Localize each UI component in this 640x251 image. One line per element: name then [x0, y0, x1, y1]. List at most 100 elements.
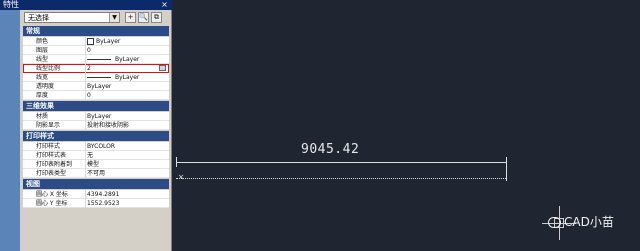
linetype-preview-icon [87, 77, 111, 78]
property-row[interactable]: 颜色 ByLayer [23, 37, 169, 46]
property-value[interactable]: ByLayer [87, 112, 167, 120]
property-value-text: ByLayer [96, 38, 121, 45]
ucs-x-mark: × [178, 172, 185, 183]
section-header[interactable]: 打印样式 [23, 131, 169, 141]
section-header[interactable]: 常规 [23, 26, 169, 36]
property-value-text: ByLayer [115, 56, 140, 63]
column-divider [85, 112, 86, 121]
column-divider [85, 46, 86, 55]
property-name: 厚度 [36, 92, 49, 99]
palette-body: 无选择 ▼ + 🔍 ⧉ 常规颜色 ByLayer 图层 0 线型 ByLayer 线型比例 2… [21, 10, 171, 251]
property-value-text: 投射和接收阴影 [87, 122, 130, 129]
linetype-preview-icon [87, 59, 111, 60]
property-row[interactable]: 打印样式 BYCOLOR [23, 142, 169, 151]
palette-side-strip[interactable] [0, 10, 20, 251]
property-row[interactable]: 材质 ByLayer [23, 112, 169, 121]
property-value-text: BYCOLOR [87, 143, 116, 150]
column-divider [85, 73, 86, 82]
dimension-line[interactable] [176, 162, 506, 163]
property-value[interactable]: ByLayer [87, 55, 167, 63]
palette-toolbar: 无选择 ▼ + 🔍 ⧉ [21, 11, 171, 25]
property-value-text: 模型 [87, 161, 100, 168]
property-row[interactable]: 厚度 0 [23, 91, 169, 100]
property-row[interactable]: 打印表类型 不可用 [23, 169, 169, 178]
property-value-text: 不可用 [87, 170, 106, 177]
property-value-text: 无 [87, 152, 94, 159]
property-value-text: ByLayer [115, 74, 140, 81]
column-divider [85, 55, 86, 64]
toggle-pickadd-icon[interactable]: + [125, 12, 136, 23]
property-value[interactable]: 投射和接收阴影 [87, 121, 167, 129]
property-name: 颜色 [36, 38, 49, 45]
property-value[interactable]: 4394.2891 [87, 190, 167, 198]
property-value-text: 0 [87, 92, 91, 99]
column-divider [85, 37, 86, 46]
property-name: 打印表附着到 [36, 161, 73, 168]
property-row[interactable]: 线型 ByLayer [23, 55, 169, 64]
property-value-text: ByLayer [87, 83, 112, 90]
property-row[interactable]: 线型比例 2 [23, 64, 169, 73]
property-value[interactable]: 不可用 [87, 169, 167, 177]
column-divider [85, 151, 86, 160]
property-value[interactable]: 0 [87, 46, 167, 54]
column-divider [85, 142, 86, 151]
column-divider [85, 91, 86, 100]
property-value[interactable]: 0 [87, 91, 167, 99]
column-divider [85, 160, 86, 169]
property-value-text: 2 [87, 65, 91, 72]
column-divider [85, 169, 86, 178]
property-name: 打印样式表 [36, 152, 67, 159]
palette-title: 特性 [3, 0, 19, 9]
select-objects-icon[interactable]: 🔍 [138, 12, 149, 23]
property-value-text: 1552.9523 [87, 200, 120, 207]
property-value-text: 4394.2891 [87, 191, 120, 198]
property-value[interactable]: 模型 [87, 160, 167, 168]
property-value[interactable]: ByLayer [87, 73, 167, 81]
property-row[interactable]: 透明度 ByLayer [23, 82, 169, 91]
palette-titlebar[interactable]: 特性 × [0, 0, 172, 10]
property-value[interactable]: 1552.9523 [87, 199, 167, 207]
dimension-extension-left [176, 157, 177, 167]
property-value[interactable]: ByLayer [87, 82, 167, 90]
watermark: CAD小苗 [548, 213, 614, 230]
section-header[interactable]: 视图 [23, 179, 169, 189]
property-name: 线型 [36, 56, 49, 63]
property-value[interactable]: 无 [87, 151, 167, 159]
selection-value: 无选择 [28, 14, 49, 22]
property-row[interactable]: 阴影显示 投射和接收阴影 [23, 121, 169, 130]
property-value[interactable]: BYCOLOR [87, 142, 167, 150]
color-swatch-icon [87, 38, 94, 45]
property-row[interactable]: 圆心 X 坐标 4394.2891 [23, 190, 169, 199]
property-value[interactable]: ByLayer [87, 37, 167, 45]
dimension-text[interactable]: 9045.42 [301, 142, 359, 157]
dimension-extension-right [506, 157, 507, 181]
column-divider [85, 82, 86, 91]
chevron-down-icon[interactable]: ▼ [109, 13, 119, 22]
section-header[interactable]: 三维效果 [23, 101, 169, 111]
property-name: 图层 [36, 47, 49, 54]
dashed-line[interactable] [176, 178, 506, 179]
calculator-icon[interactable] [159, 65, 166, 71]
property-row[interactable]: 图层 0 [23, 46, 169, 55]
quick-select-icon[interactable]: ⧉ [151, 12, 162, 23]
column-divider [85, 121, 86, 130]
property-value-text: ByLayer [87, 113, 112, 120]
property-row[interactable]: 线宽 ByLayer [23, 73, 169, 82]
close-icon[interactable]: × [160, 0, 169, 9]
property-value[interactable]: 2 [87, 64, 167, 72]
property-name: 圆心 X 坐标 [36, 191, 68, 198]
wechat-icon [548, 217, 561, 228]
property-name: 阴影显示 [36, 122, 61, 129]
selection-dropdown[interactable]: 无选择 ▼ [24, 12, 120, 23]
property-name: 线宽 [36, 74, 49, 81]
column-divider [85, 190, 86, 199]
property-name: 透明度 [36, 83, 55, 90]
property-name: 打印样式 [36, 143, 61, 150]
watermark-text: CAD小苗 [564, 215, 614, 229]
properties-palette: 特性 × 无选择 ▼ + 🔍 ⧉ 常规颜色 ByLayer 图层 0 线型 ByLayer… [0, 0, 172, 251]
property-row[interactable]: 打印表附着到 模型 [23, 160, 169, 169]
column-divider [85, 64, 86, 73]
property-row[interactable]: 圆心 Y 坐标 1552.9523 [23, 199, 169, 208]
property-name: 线型比例 [36, 65, 61, 72]
property-row[interactable]: 打印样式表 无 [23, 151, 169, 160]
